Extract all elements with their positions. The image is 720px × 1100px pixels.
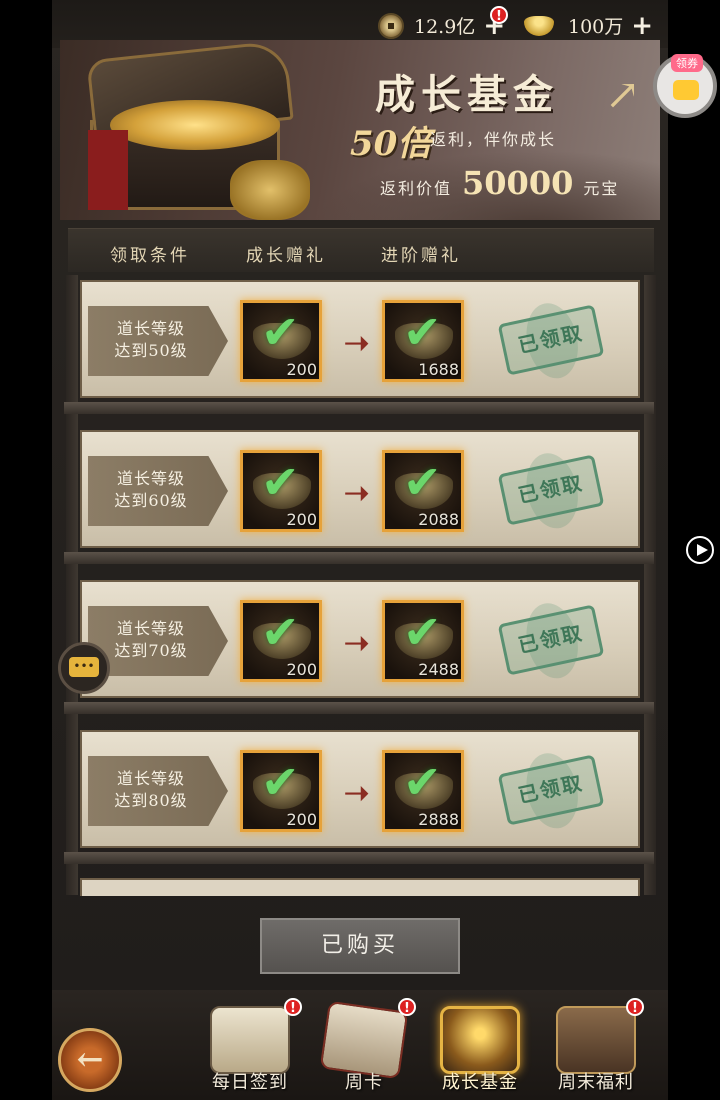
row-condition: 道长等级 达到80级 [88, 756, 228, 826]
banner-subtitle: 返利，伴你成长 [430, 130, 557, 149]
advanced-gift-item[interactable]: ✔ 2888 [382, 750, 464, 832]
coin-notify-badge: ! [490, 6, 508, 24]
back-arrow-icon[interactable]: ← [58, 1028, 122, 1092]
header-advanced-gift: 进阶赠礼 [381, 246, 461, 266]
check-icon: ✔ [261, 755, 300, 809]
arrow-icon: ➝ [344, 476, 370, 511]
growth-fund-banner: 成长基金 ↗ 50倍 返利，伴你成长 返利价值 50000 元宝 [60, 40, 660, 220]
item-amount: 2888 [418, 810, 459, 829]
coupon-icon [673, 80, 699, 100]
item-amount: 200 [286, 660, 317, 679]
growth-gift-item[interactable]: ✔ 200 [240, 450, 322, 532]
treasure-chest-image [70, 40, 310, 220]
item-amount: 200 [286, 510, 317, 529]
shelf-left-post [66, 275, 78, 895]
nav-notify-badge: ! [626, 998, 644, 1016]
check-icon: ✔ [403, 305, 442, 359]
arrow-icon: ➝ [344, 326, 370, 361]
header-growth-gift: 成长赠礼 [246, 246, 326, 266]
ingot-icon [524, 15, 554, 36]
claimed-stamp: 已领取 [497, 604, 605, 676]
shelf-board [64, 852, 654, 864]
condition-line2: 达到60级 [114, 491, 188, 510]
nav-growth-fund[interactable]: 成长基金 [430, 1000, 530, 1096]
growth-gift-item[interactable]: ✔ 200 [240, 600, 322, 682]
nav-label: 周末福利 [558, 1072, 634, 1093]
check-icon: ✔ [261, 455, 300, 509]
condition-line2: 达到80级 [114, 791, 188, 810]
purchased-button[interactable]: 已购买 [260, 918, 460, 974]
nav-label: 周卡 [345, 1072, 383, 1093]
nav-weekly-card[interactable]: 周卡 ! [314, 998, 416, 1096]
coin-icon [378, 12, 404, 39]
advanced-gift-item[interactable]: ✔ 2488 [382, 600, 464, 682]
shelf-board [64, 702, 654, 714]
nav-label: 成长基金 [442, 1072, 518, 1093]
banner-title: 成长基金 [375, 71, 559, 118]
arrow-icon: ➝ [344, 626, 370, 661]
row-condition: 道长等级 达到60级 [88, 456, 228, 526]
claimed-stamp: 已领取 [497, 754, 605, 826]
banner-multiplier: 50倍 [350, 124, 432, 164]
check-icon: ✔ [403, 755, 442, 809]
add-ingots-button[interactable]: + [631, 13, 653, 39]
check-icon: ✔ [261, 305, 300, 359]
banner-value-unit: 元宝 [583, 179, 620, 198]
condition-line1: 道长等级 [116, 469, 185, 488]
rising-arrow-icon: ↗ [605, 70, 641, 119]
check-icon: ✔ [403, 605, 442, 659]
banner-value-prefix: 返利价值 [380, 179, 453, 198]
advanced-gift-item[interactable]: ✔ 1688 [382, 300, 464, 382]
nav-weekend-bonus[interactable]: 周末福利 ! [546, 998, 646, 1096]
growth-gift-item[interactable]: ✔ 200 [240, 750, 322, 832]
shelf-board [64, 552, 654, 564]
gift-box-icon [556, 1006, 636, 1074]
condition-line1: 道长等级 [116, 769, 185, 788]
advanced-gift-item[interactable]: ✔ 2088 [382, 450, 464, 532]
condition-line2: 达到50级 [114, 341, 188, 360]
check-icon: ✔ [403, 455, 442, 509]
chat-icon[interactable] [58, 642, 110, 694]
treasure-chest-icon [440, 1006, 520, 1074]
banner-value: 返利价值 50000 元宝 [380, 164, 619, 202]
reward-row: 道长等级 达到70级 ✔ 200 ➝ ✔ 2488 已领取 [80, 580, 640, 698]
nav-notify-badge: ! [398, 998, 416, 1016]
item-amount: 1688 [418, 360, 459, 379]
coupon-tag: 领券 [671, 54, 703, 72]
calendar-icon [210, 1006, 290, 1074]
reward-row: 道长等级 达到50级 ✔ 200 ➝ ✔ 1688 已领取 [80, 280, 640, 398]
nav-daily-signin[interactable]: 每日签到 ! [200, 998, 302, 1096]
header-condition: 领取条件 [110, 246, 190, 266]
item-amount: 2088 [418, 510, 459, 529]
shelf-right-post [644, 275, 656, 895]
play-icon[interactable] [686, 536, 714, 564]
condition-line1: 道长等级 [116, 619, 185, 638]
check-icon: ✔ [261, 605, 300, 659]
reward-row: 道长等级 达到60级 ✔ 200 ➝ ✔ 2088 已领取 [80, 430, 640, 548]
reward-row: 道长等级 达到80级 ✔ 200 ➝ ✔ 2888 已领取 [80, 730, 640, 848]
arrow-icon: ➝ [344, 776, 370, 811]
row-condition: 道长等级 达到50级 [88, 306, 228, 376]
banner-value-amount: 50000 [462, 164, 574, 202]
coin-amount: 12.9亿 [414, 16, 476, 38]
coupon-button[interactable]: 领券 [653, 54, 717, 118]
growth-gift-item[interactable]: ✔ 200 [240, 300, 322, 382]
claimed-stamp: 已领取 [497, 304, 605, 376]
item-amount: 200 [286, 360, 317, 379]
ingot-amount: 100万 [568, 16, 624, 38]
coin-balance: 12.9亿 + [378, 12, 505, 39]
item-amount: 2488 [418, 660, 459, 679]
shelf-board [64, 402, 654, 414]
item-amount: 200 [286, 810, 317, 829]
nav-notify-badge: ! [284, 998, 302, 1016]
condition-line1: 道长等级 [116, 319, 185, 338]
reward-row-partial [80, 878, 640, 896]
ingot-balance: 100万 + [524, 12, 653, 39]
reward-table-header: 领取条件 成长赠礼 进阶赠礼 [68, 228, 654, 272]
nav-label: 每日签到 [212, 1072, 288, 1093]
claimed-stamp: 已领取 [497, 454, 605, 526]
